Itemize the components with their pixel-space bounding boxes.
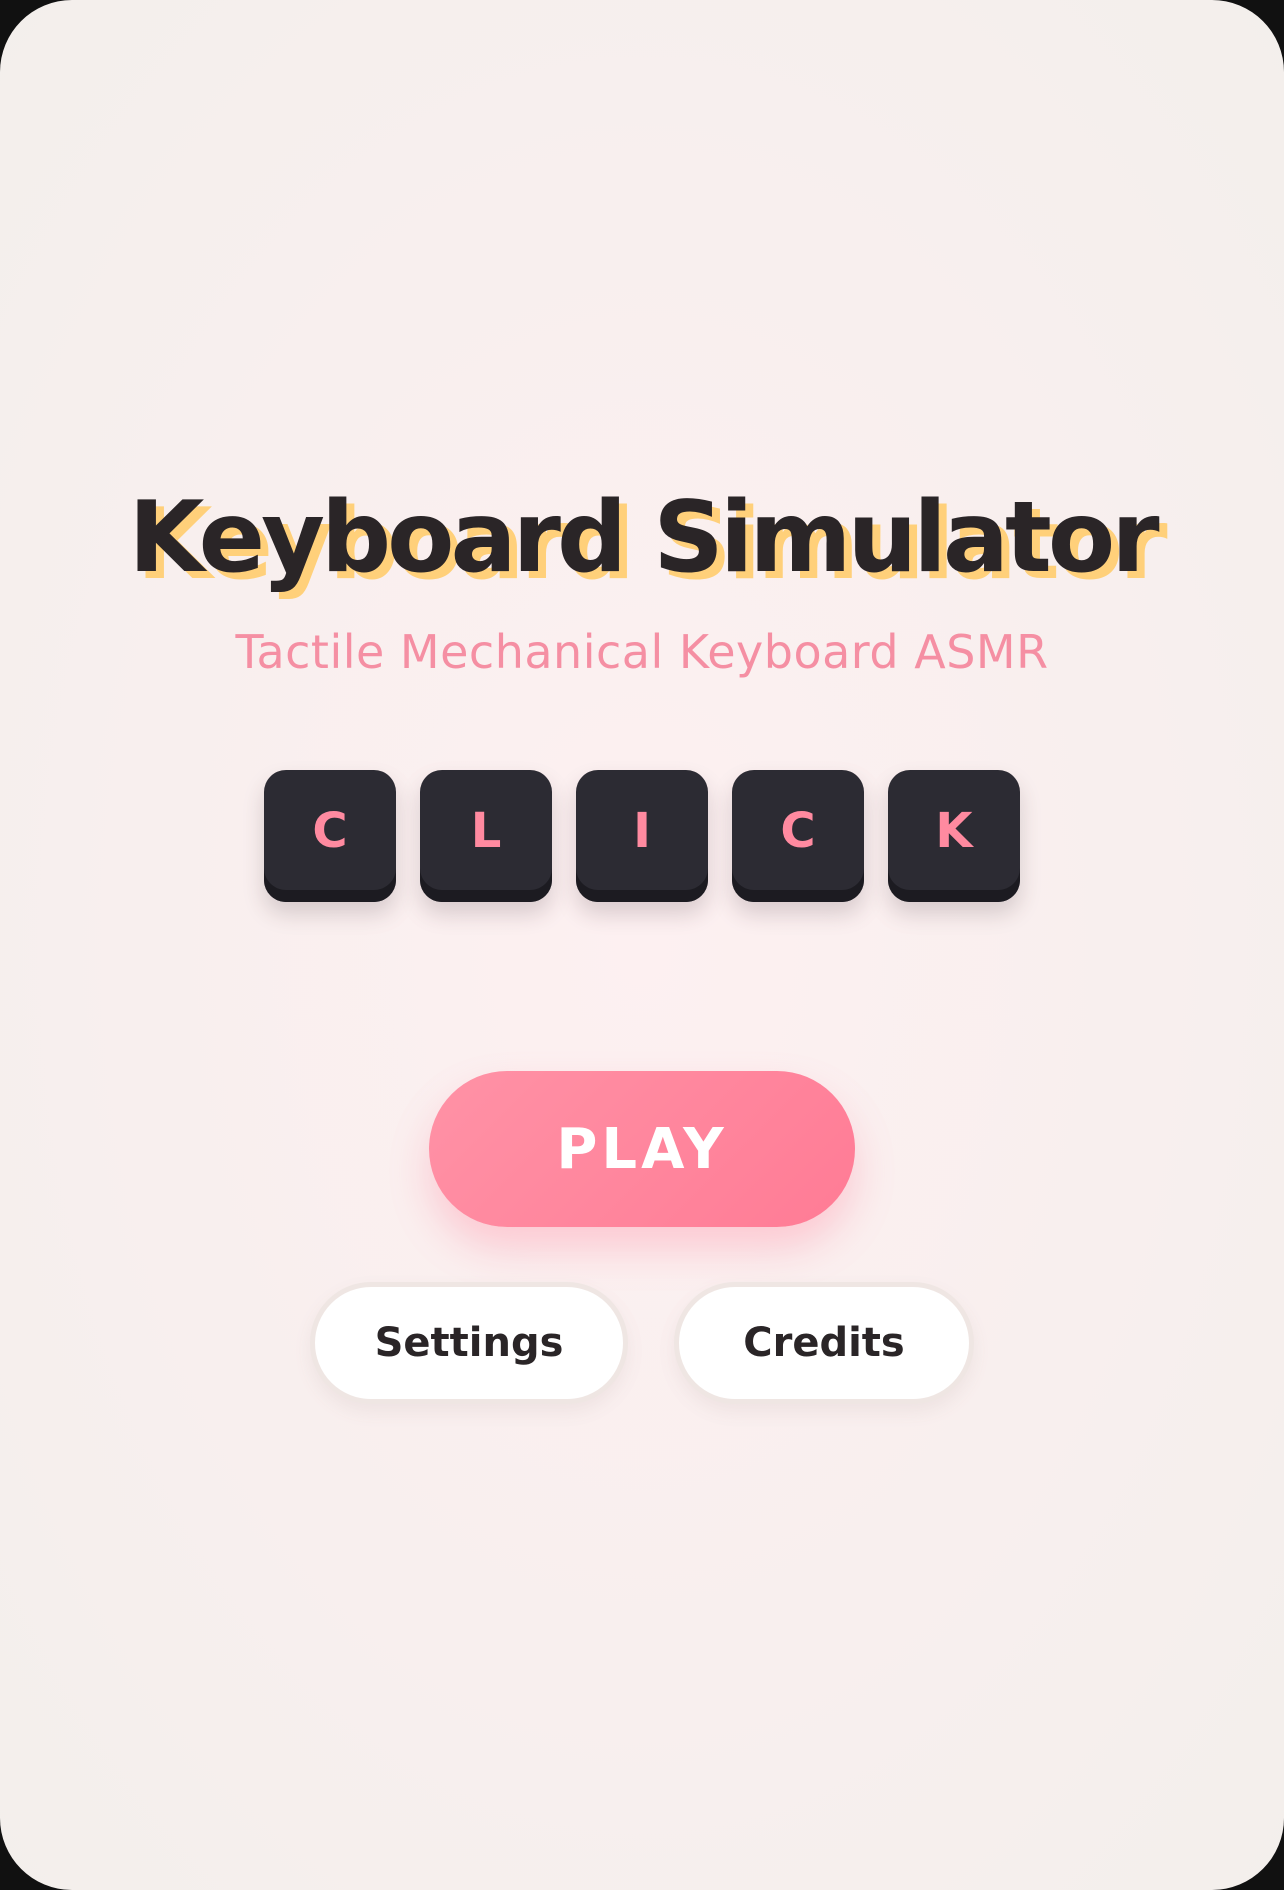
play-button[interactable]: PLAY [429,1071,855,1227]
keycap-row: C L I C K [264,770,1020,904]
keycap-label: K [935,803,973,859]
settings-button[interactable]: Settings [310,1282,628,1404]
keycap-c-1[interactable]: C [264,770,396,902]
credits-button-label: Credits [743,1320,905,1366]
keycap-label: C [780,803,816,859]
settings-button-label: Settings [374,1320,564,1366]
keycap-label: C [312,803,348,859]
keycap-i[interactable]: I [576,770,708,902]
game-screen: Keyboard Simulator Tactile Mechanical Ke… [0,0,1284,1890]
game-subtitle: Tactile Mechanical Keyboard ASMR [235,625,1049,679]
credits-button[interactable]: Credits [674,1282,974,1404]
keycap-k[interactable]: K [888,770,1020,902]
keycap-c-2[interactable]: C [732,770,864,902]
game-title: Keyboard Simulator [128,481,1159,595]
play-button-label: PLAY [556,1116,728,1182]
keycap-label: L [470,803,502,859]
keycap-l[interactable]: L [420,770,552,902]
keycap-label: I [633,803,651,859]
